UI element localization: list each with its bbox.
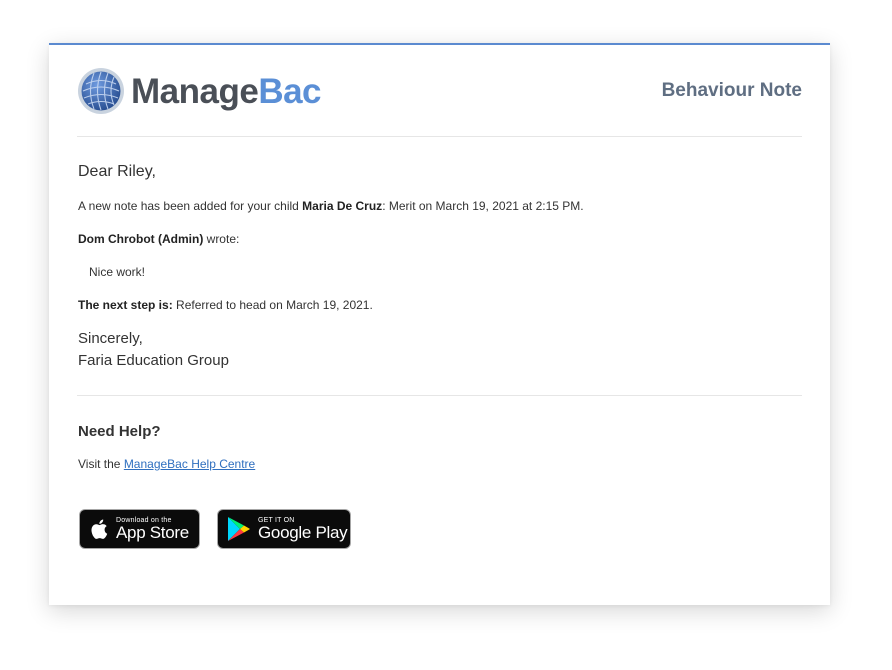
help-title: Need Help? (78, 423, 161, 440)
app-store-big-text: App Store (116, 522, 189, 542)
app-store-button[interactable]: Download on the App Store (79, 509, 200, 549)
globe-icon (78, 68, 124, 114)
help-centre-link[interactable]: ManageBac Help Centre (124, 457, 255, 471)
help-visit-prefix: Visit the (78, 457, 124, 471)
intro-suffix: : Merit on March 19, 2021 at 2:15 PM. (382, 199, 584, 213)
brand-name-part2: Bac (258, 71, 322, 111)
next-step-text: Referred to head on March 19, 2021. (172, 298, 373, 312)
apple-icon (91, 519, 108, 539)
next-step-label: The next step is: (78, 298, 173, 312)
help-divider (77, 395, 802, 396)
brand-wordmark: ManageBac (131, 71, 322, 111)
next-step-line: The next step is: Referred to head on Ma… (78, 298, 802, 312)
note-content: Nice work! (89, 265, 146, 279)
signoff: Sincerely, (78, 330, 143, 347)
author-line: Dom Chrobot (Admin) wrote: (78, 232, 802, 246)
greeting: Dear Riley, (78, 163, 156, 180)
email-header: ManageBac Behaviour Note (77, 63, 802, 119)
author-suffix: wrote: (203, 232, 240, 246)
google-play-icon (228, 517, 250, 541)
email-card: ManageBac Behaviour Note Dear Riley, A n… (49, 43, 830, 605)
header-divider (77, 136, 802, 137)
google-play-big-text: Google Play (258, 522, 348, 542)
signature: Faria Education Group (78, 352, 229, 369)
google-play-button[interactable]: GET IT ON Google Play (217, 509, 351, 549)
help-line: Visit the ManageBac Help Centre (78, 457, 802, 471)
child-name: Maria De Cruz (302, 199, 383, 213)
managebac-logo: ManageBac (77, 67, 322, 115)
note-intro: A new note has been added for your child… (78, 199, 802, 213)
brand-name-part1: Manage (131, 71, 259, 111)
page-title: Behaviour Note (661, 80, 802, 101)
author-name: Dom Chrobot (Admin) (78, 232, 204, 246)
intro-prefix: A new note has been added for your child (78, 199, 303, 213)
